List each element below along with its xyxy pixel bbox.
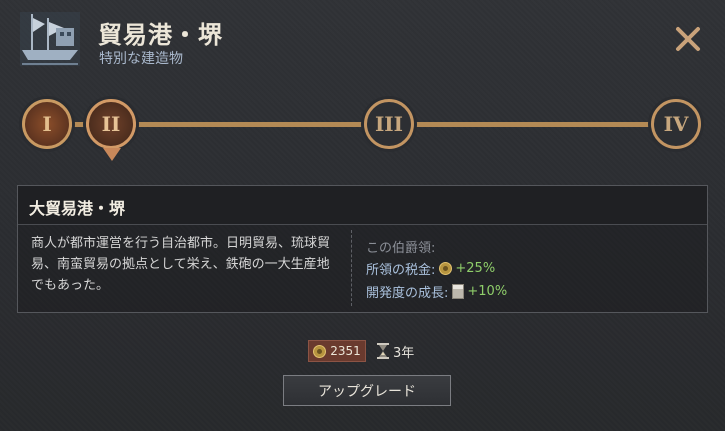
ship-icon	[20, 12, 80, 66]
level-info-box: 大貿易港・堺 商人が都市運営を行う自治都市。日明貿易、琉球貿易、南蛮貿易の拠点と…	[17, 185, 708, 313]
effect-row-tax: 所領の税金: +25%	[366, 259, 495, 278]
level-node-1[interactable]: I	[22, 99, 72, 149]
current-level-pointer	[103, 148, 121, 161]
building-subtitle: 特別な建造物	[99, 51, 183, 67]
build-time: 3年	[393, 346, 415, 361]
level-info-header: 大貿易港・堺	[18, 186, 707, 225]
level-node-4[interactable]: IV	[651, 99, 701, 149]
upgrade-button[interactable]: アップグレード	[283, 375, 451, 406]
close-icon[interactable]	[671, 22, 705, 56]
gold-coin-icon	[313, 344, 327, 358]
effect-value: +10%	[467, 284, 508, 299]
level-description: 商人が都市運営を行う自治都市。日明貿易、琉球貿易、南蛮貿易の拠点として栄え、鉄砲…	[31, 236, 331, 293]
info-divider	[351, 230, 352, 306]
level-track	[40, 122, 680, 127]
gold-cost: 2351	[308, 340, 366, 362]
effects-heading: この伯爵領:	[366, 241, 436, 256]
level-info-title: 大貿易港・堺	[29, 199, 126, 218]
gold-cost-value: 2351	[330, 344, 361, 358]
level-node-3[interactable]: III	[364, 99, 414, 149]
effect-label: 開発度の成長:	[366, 286, 449, 301]
effect-row-development: 開発度の成長: +10%	[366, 282, 507, 301]
building-title: 貿易港・堺	[98, 21, 223, 49]
hourglass-icon	[377, 343, 389, 359]
effect-label: 所領の税金:	[366, 263, 436, 278]
gold-coin-icon	[439, 262, 453, 275]
effect-value: +25%	[455, 261, 496, 276]
building-panel: 貿易港・堺 特別な建造物 I II III IV 大貿易港・堺 商人が都市運営を…	[0, 0, 725, 431]
development-tower-icon	[452, 284, 465, 299]
level-node-2[interactable]: II	[86, 99, 136, 149]
